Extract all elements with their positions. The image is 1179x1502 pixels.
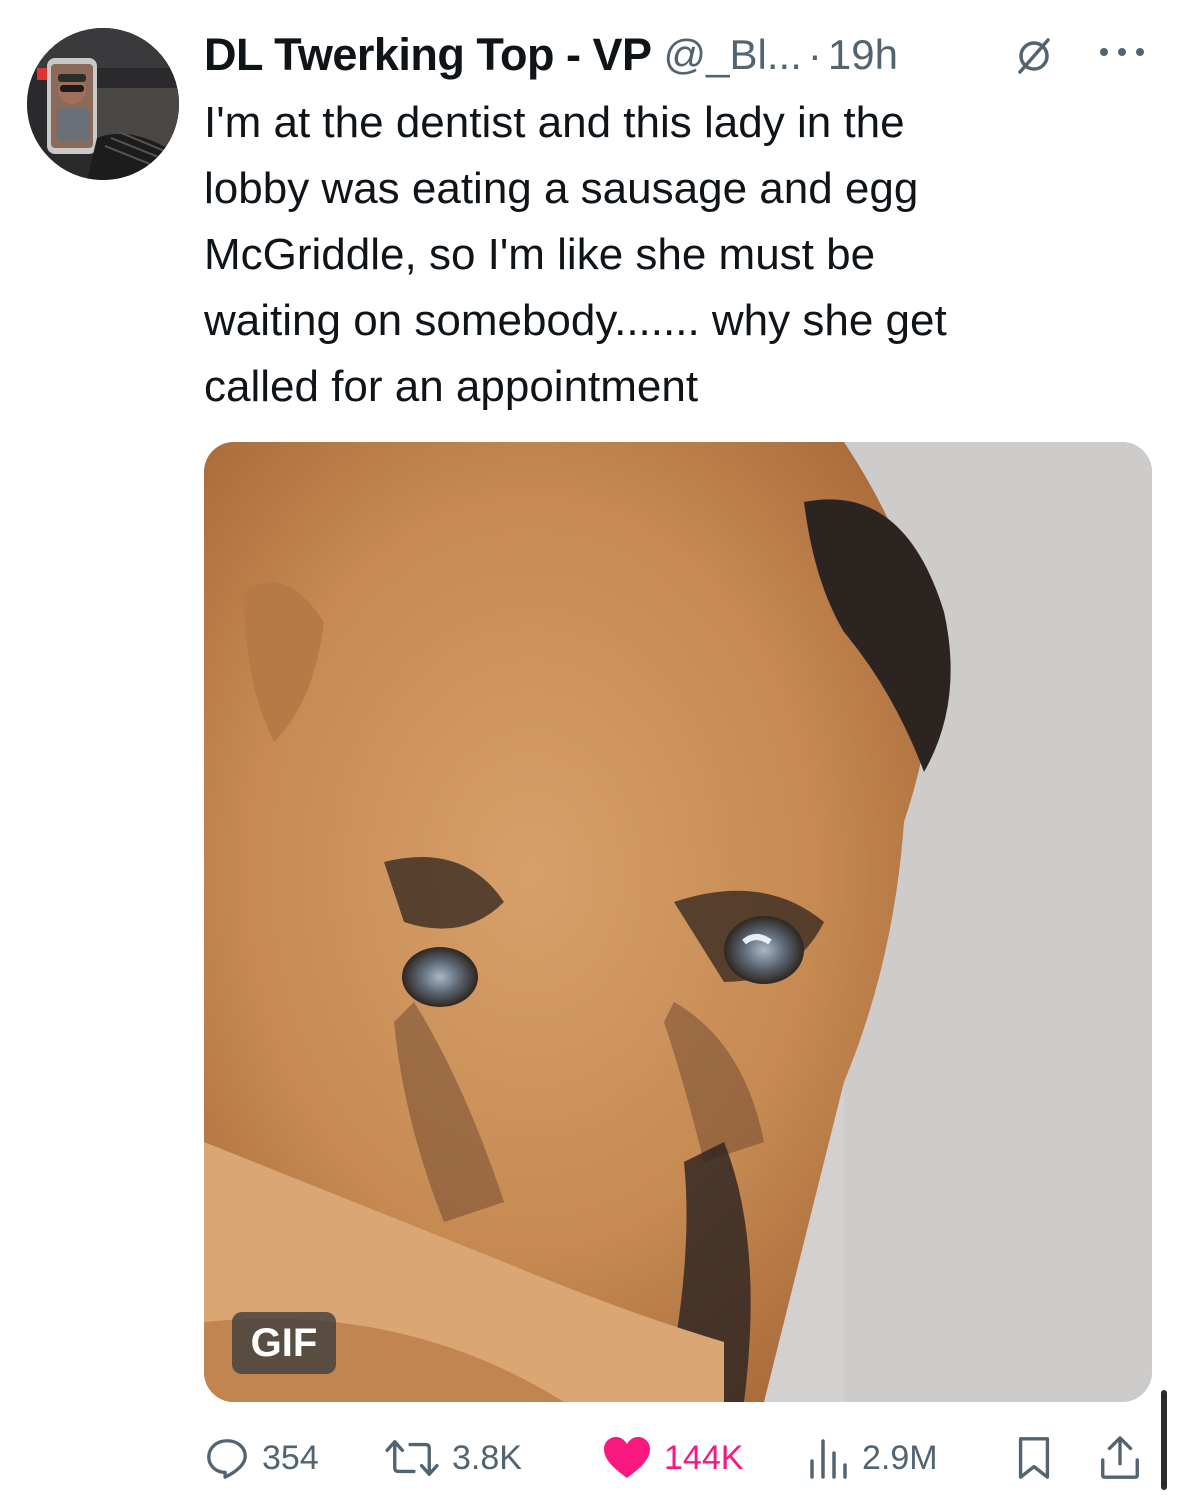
reply-button[interactable]: 354: [204, 1428, 319, 1488]
views-button[interactable]: 2.9M: [806, 1428, 938, 1488]
retweet-count: 3.8K: [452, 1438, 522, 1477]
separator-dot: ·: [807, 31, 822, 78]
reply-icon: [204, 1435, 250, 1481]
timestamp[interactable]: 19h: [828, 31, 898, 79]
views-icon: [806, 1435, 850, 1481]
share-button[interactable]: [1098, 1428, 1142, 1488]
share-icon: [1098, 1435, 1142, 1481]
user-handle[interactable]: @_Bl...: [664, 31, 802, 79]
grok-icon[interactable]: [1014, 36, 1054, 76]
display-name[interactable]: DL Twerking Top - VP: [204, 29, 652, 81]
bookmark-icon: [1014, 1435, 1054, 1481]
retweet-icon: [384, 1435, 440, 1481]
retweet-button[interactable]: 3.8K: [384, 1428, 522, 1488]
action-bar: 354 3.8K 144K 2.9M: [204, 1428, 1154, 1488]
more-icon[interactable]: [1092, 42, 1152, 62]
bookmark-button[interactable]: [1014, 1428, 1054, 1488]
tweet-media-gif[interactable]: GIF: [204, 442, 1152, 1402]
like-button[interactable]: 144K: [602, 1428, 743, 1488]
tweet-text: I'm at the dentist and this lady in the …: [204, 98, 947, 411]
heart-icon: [602, 1435, 652, 1481]
scroll-indicator[interactable]: [1161, 1390, 1167, 1490]
avatar[interactable]: [27, 28, 179, 180]
views-count: 2.9M: [862, 1438, 938, 1477]
like-count: 144K: [664, 1438, 744, 1477]
gif-badge: GIF: [232, 1312, 336, 1374]
reply-count: 354: [262, 1438, 319, 1477]
tweet-header: DL Twerking Top - VP @_Bl... · 19h: [204, 26, 1154, 84]
